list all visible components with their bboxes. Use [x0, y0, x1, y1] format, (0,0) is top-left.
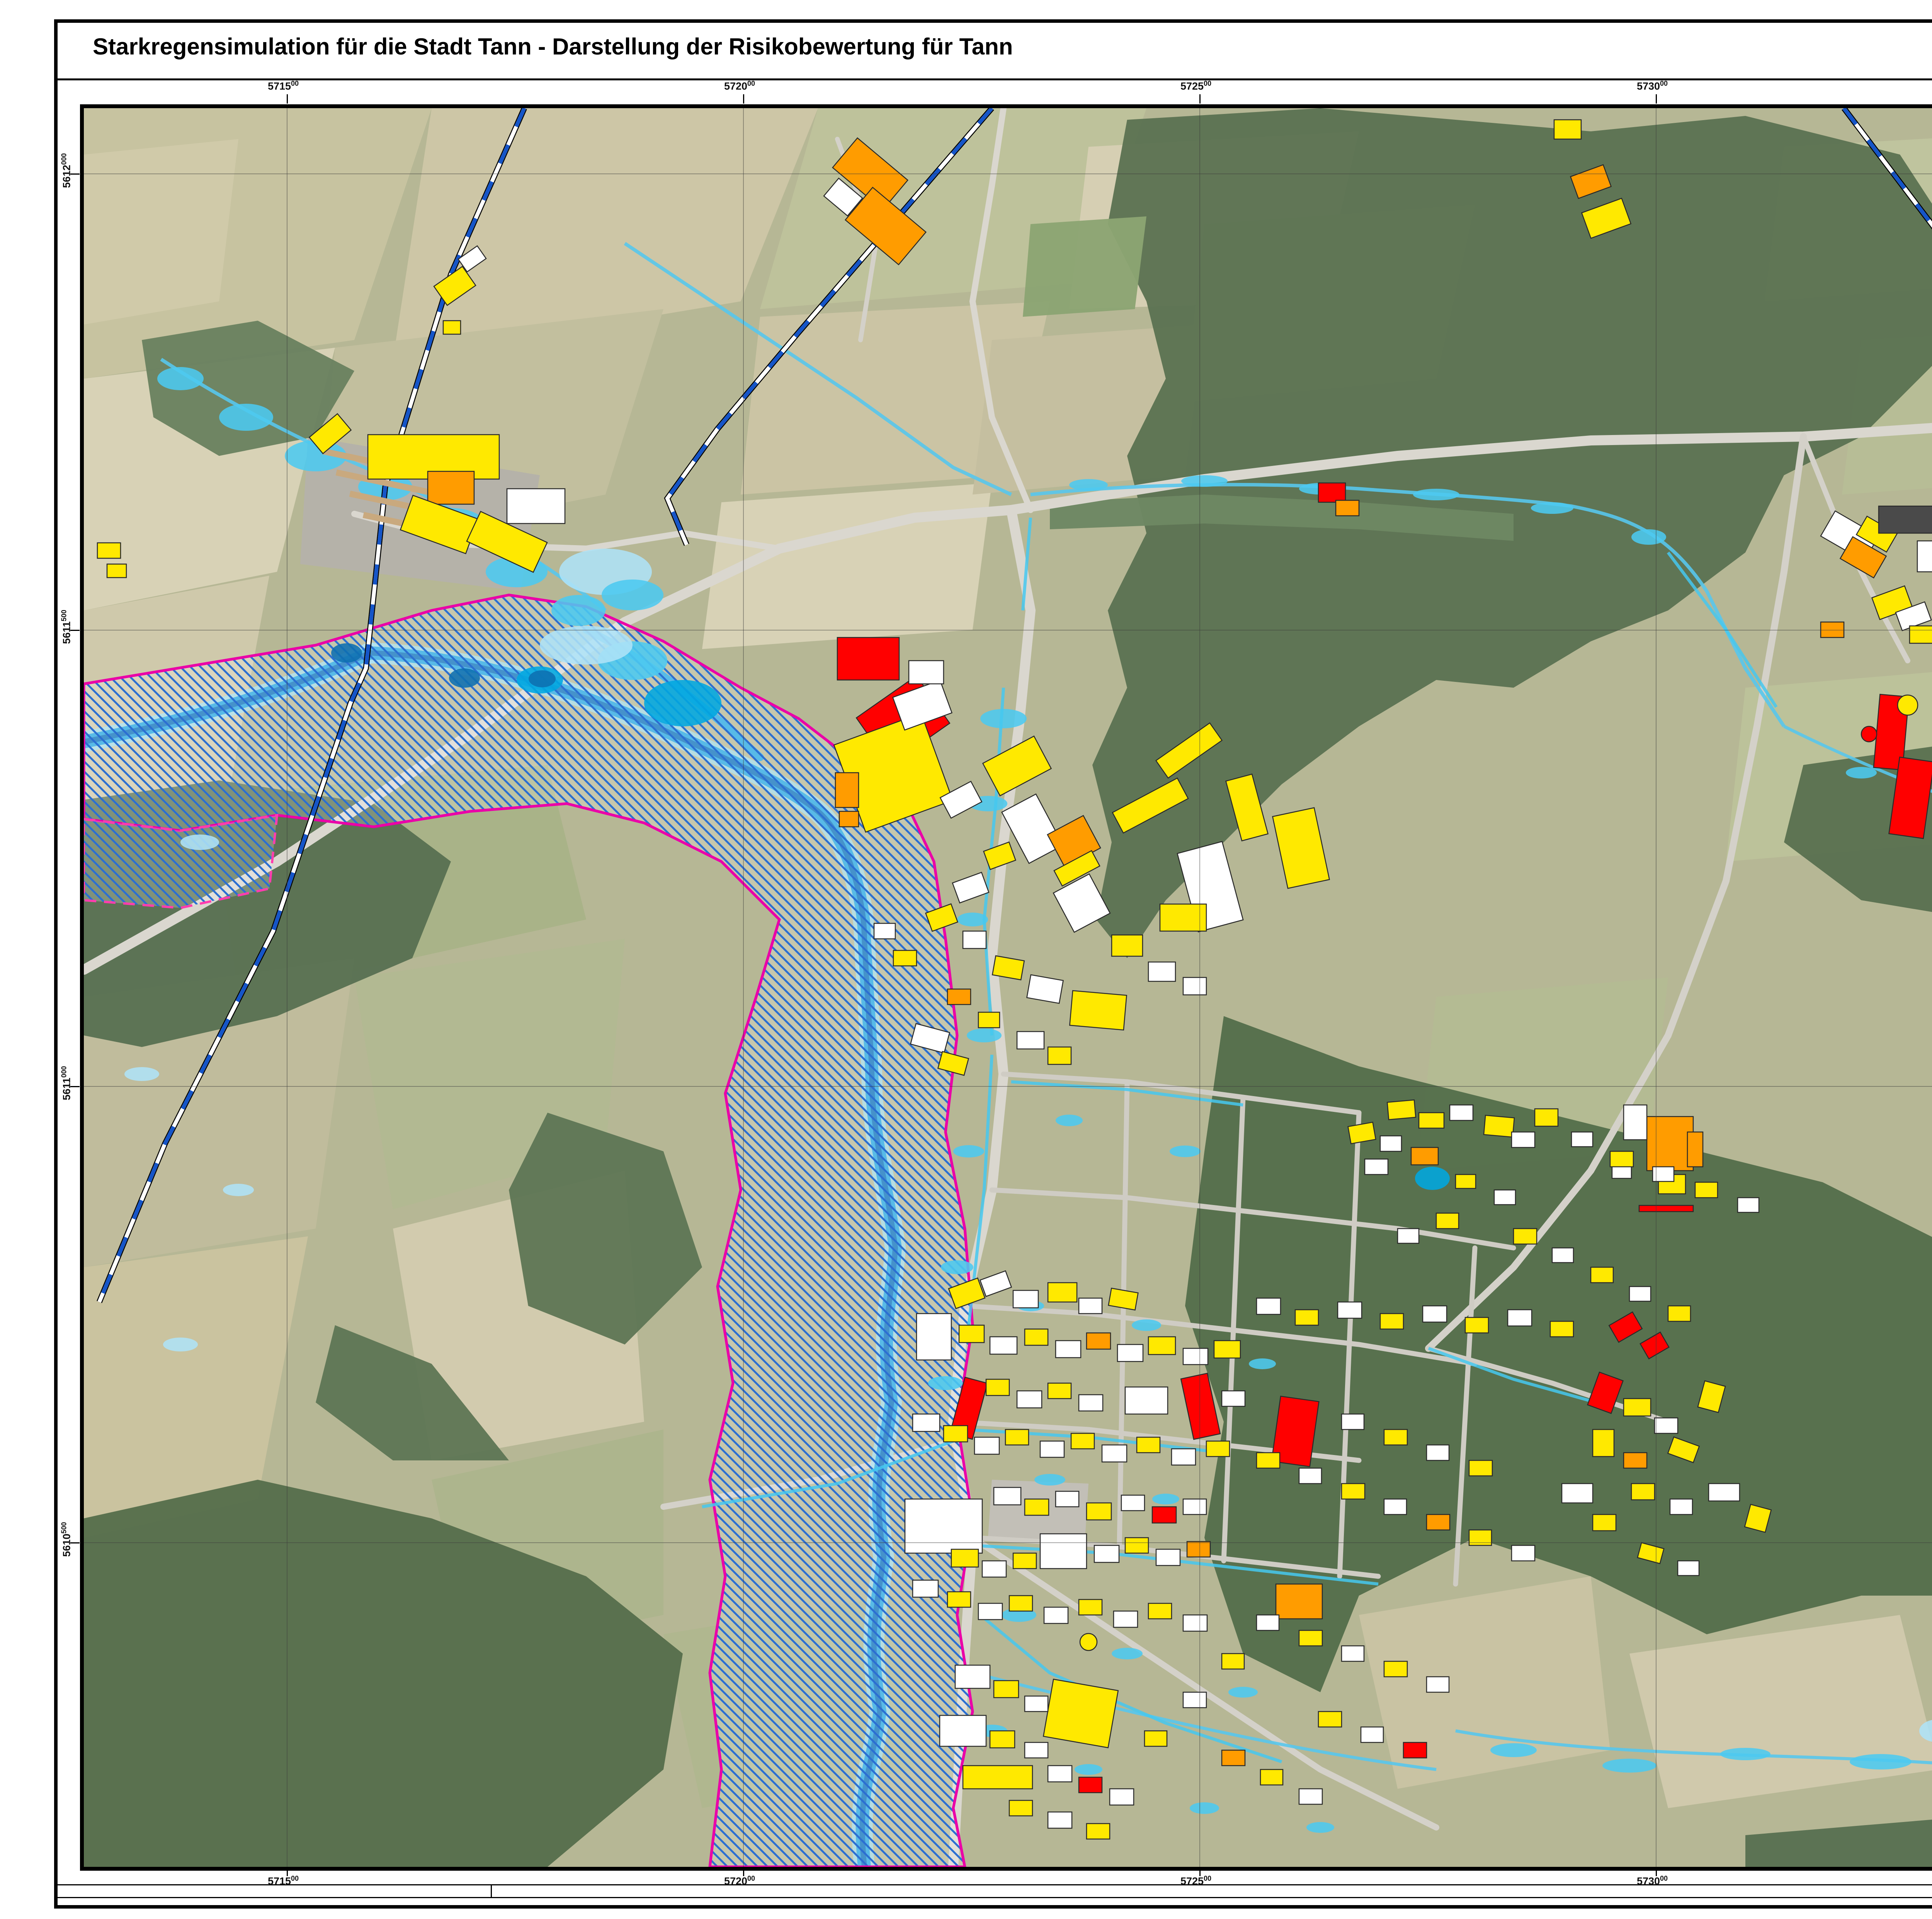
footer-divider	[491, 1884, 492, 1898]
coordinate-label: 573000	[1636, 80, 1668, 92]
grid-tick	[70, 1086, 80, 1087]
coordinate-label: 572000	[724, 80, 755, 92]
coordinate-label: 5612000	[60, 153, 73, 188]
page-title: Starkregensimulation für die Stadt Tann …	[93, 34, 1013, 59]
grid-tick	[70, 173, 80, 175]
footer-line-1	[56, 1884, 1932, 1885]
grid-tick	[287, 94, 288, 104]
coordinate-label: 571500	[267, 80, 299, 92]
grid-tick	[1199, 94, 1201, 104]
footer-line-2	[56, 1897, 1932, 1898]
coordinate-label: 572500	[1180, 80, 1212, 92]
main-map-canvas	[84, 108, 1932, 1867]
coordinate-label: 573000	[1636, 1875, 1668, 1887]
plan-sheet: Starkregensimulation für die Stadt Tann …	[0, 0, 1932, 1919]
coordinate-label: 572500	[1180, 1875, 1212, 1887]
grid-tick	[1656, 94, 1657, 104]
grid-tick	[70, 1542, 80, 1543]
grid-tick	[1656, 1867, 1657, 1876]
grid-tick	[743, 94, 744, 104]
grid-tick	[287, 1867, 288, 1876]
coordinate-label: 5610500	[60, 1522, 73, 1557]
coordinate-label: 5611500	[60, 610, 73, 644]
coordinate-label: 5611000	[60, 1066, 73, 1100]
grid-tick	[743, 1867, 744, 1876]
coordinate-label: 571500	[267, 1875, 299, 1887]
coordinate-label: 572000	[724, 1875, 755, 1887]
main-map	[80, 104, 1932, 1871]
grid-tick	[1199, 1867, 1201, 1876]
grid-tick	[70, 630, 80, 631]
